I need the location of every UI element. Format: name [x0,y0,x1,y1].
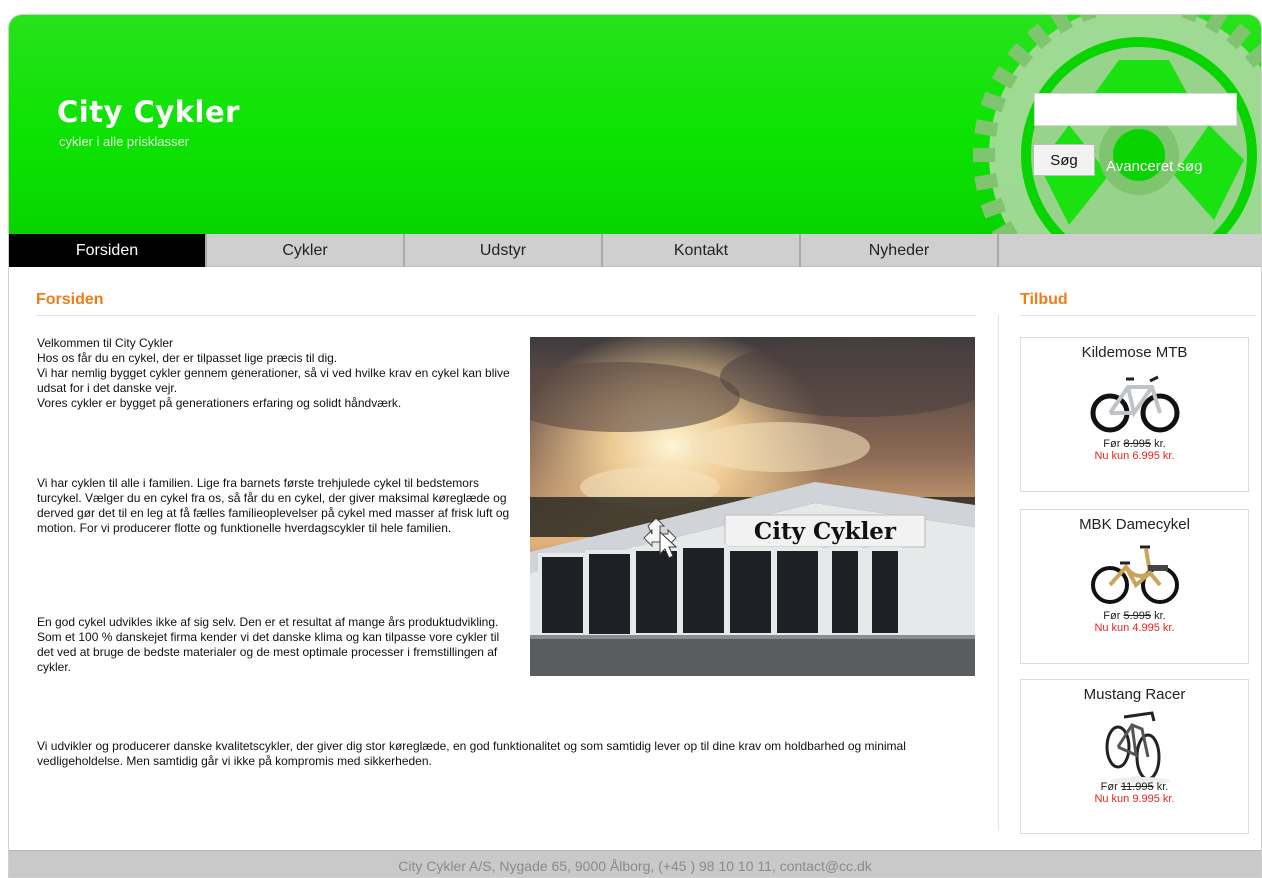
offer-card[interactable]: Kildemose MTB Før 8.995 kr. Nu kun 6.995… [1020,337,1249,492]
page: City Cykler cykler i alle prisklasser Sø… [8,14,1262,878]
intro-paragraph: Velkommen til City Cykler Hos os får du … [37,336,510,410]
offer-card[interactable]: Mustang Racer Før 11.995 kr. Nu kun 9.99… [1020,679,1249,834]
search-input[interactable] [1034,93,1237,126]
main-nav: Forsiden Cykler Udstyr Kontakt Nyheder [9,234,1261,267]
offer-name[interactable]: Kildemose MTB [1021,344,1248,361]
offer-old-price: Før 5.995 kr. [1103,610,1166,622]
header: City Cykler cykler i alle prisklasser Sø… [9,15,1261,234]
sidebar-divider [998,315,999,831]
offer-old-price: Før 11.995 kr. [1100,781,1169,793]
nav-item-kontakt[interactable]: Kontakt [603,234,801,267]
offer-new-price: Nu kun 9.995 kr. [1094,793,1175,805]
offer-new-price: Nu kun 6.995 kr. [1094,450,1175,462]
page-title: Forsiden [36,291,104,308]
lady-bike-icon [1090,545,1179,604]
offers-title: Tilbud [1020,291,1068,308]
footer: City Cykler A/S, Nygade 65, 9000 Ålborg,… [9,850,1261,877]
store-sign-text: City Cykler [754,518,897,545]
site-tagline: cykler i alle prisklasser [59,134,190,149]
advanced-search-link[interactable]: Avanceret søg [1106,158,1202,175]
racer-bike-icon [1105,711,1170,785]
closing-paragraph: Vi udvikler og producerer danske kvalite… [37,739,906,768]
move-cursor-icon [640,510,680,565]
family-paragraph: Vi har cyklen til alle i familien. Lige … [37,476,510,535]
offer-new-price: Nu kun 4.995 kr. [1094,622,1175,634]
offer-old-price: Før 8.995 kr. [1103,438,1166,450]
offer-name[interactable]: Mustang Racer [1021,686,1248,703]
offer-card[interactable]: MBK Damecykel Før 5.995 kr. Nu kun 4.995… [1020,509,1249,664]
nav-item-cykler[interactable]: Cykler [207,234,405,267]
nav-item-nyheder[interactable]: Nyheder [801,234,999,267]
offers-title-divider [1020,315,1256,316]
site-title[interactable]: City Cykler [57,95,240,129]
title-divider [36,315,976,316]
nav-item-udstyr[interactable]: Udstyr [405,234,603,267]
offer-name[interactable]: MBK Damecykel [1021,516,1248,533]
nav-item-forsiden[interactable]: Forsiden [9,234,207,267]
mtb-bike-icon [1090,375,1179,433]
store-photo: City Cykler [530,337,975,676]
quality-paragraph: En god cykel udvikles ikke af sig selv. … [37,615,500,674]
search-button[interactable]: Søg [1033,144,1095,176]
